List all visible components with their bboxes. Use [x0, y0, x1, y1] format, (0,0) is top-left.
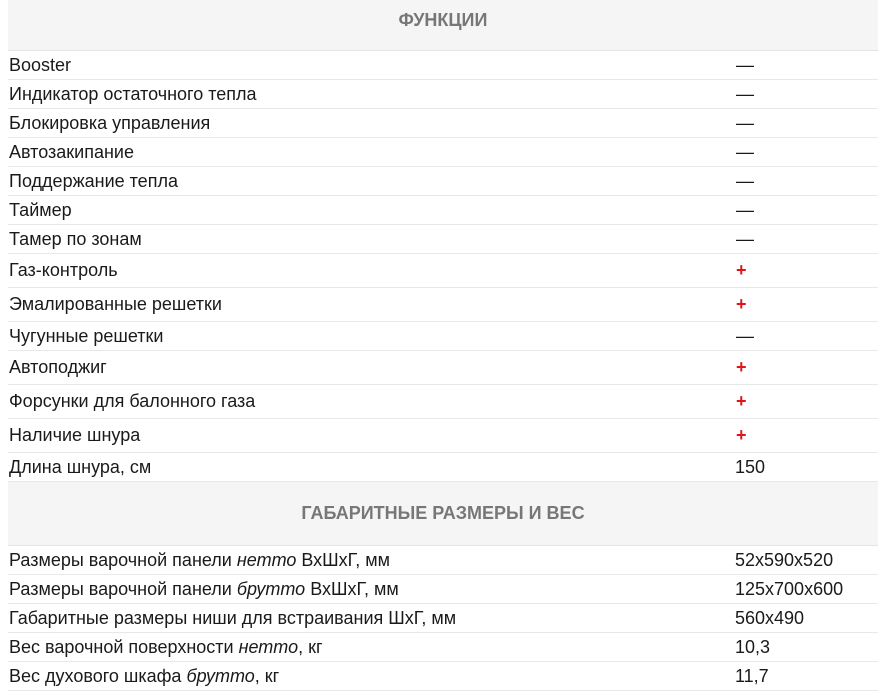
label-text: Габаритные размеры ниши для встраивания …	[9, 607, 457, 628]
plus-icon: +	[736, 425, 747, 445]
row-label: Тамер по зонам	[9, 228, 142, 249]
section-functions: ФУНКЦИИ Booster — Индикатор остаточного те…	[8, 0, 878, 482]
dash-icon: —	[736, 199, 754, 220]
table-row: Газ-контроль +	[8, 254, 878, 288]
label-text: Вес варочной поверхности	[9, 636, 239, 657]
dash-icon: —	[736, 141, 754, 162]
table-row: Размеры варочной панели брутто ВхШхГ, мм…	[8, 575, 878, 604]
row-label: Вес духового шкафа брутто, кг	[8, 666, 735, 687]
row-value: 560x490	[735, 607, 805, 628]
row-value: 150	[735, 456, 766, 477]
section-title: ФУНКЦИИ	[8, 0, 878, 51]
label-text: ВхШхГ, мм	[305, 578, 399, 599]
row-label: Размеры варочной панели нетто ВхШхГ, мм	[8, 550, 735, 571]
label-text: Размеры варочной панели	[9, 549, 237, 570]
table-row: Форсунки для балонного газа +	[8, 385, 878, 419]
dash-icon: —	[736, 54, 754, 75]
label-emphasis: брутто	[186, 665, 255, 686]
label-text: Размеры варочной панели	[9, 578, 237, 599]
plus-icon: +	[736, 391, 747, 411]
table-row: Габаритные размеры ниши для встраивания …	[8, 604, 878, 633]
row-label: Длина шнура, см	[9, 456, 152, 477]
table-row: Эмалированные решетки +	[8, 288, 878, 322]
plus-icon: +	[736, 260, 747, 280]
dash-icon: —	[736, 228, 754, 249]
dimensions-rows: Размеры варочной панели нетто ВхШхГ, мм 5…	[8, 546, 878, 691]
table-row: Вес духового шкафа брутто, кг 11,7	[8, 662, 878, 691]
label-text: , кг	[254, 665, 280, 686]
plus-icon: +	[736, 294, 747, 314]
label-emphasis: нетто	[236, 549, 297, 570]
row-label: Габаритные размеры ниши для встраивания …	[8, 608, 735, 629]
row-label: Вес варочной поверхности нетто, кг	[8, 637, 735, 658]
row-label: Автозакипание	[9, 141, 134, 162]
functions-rows: Booster — Индикатор остаточного тепла — Блок…	[8, 51, 878, 482]
row-label: Чугунные решетки	[9, 325, 164, 346]
table-row: Длина шнура, см 150	[8, 453, 878, 482]
table-row: Наличие шнура +	[8, 419, 878, 453]
row-label: Эмалированные решетки	[9, 294, 222, 314]
label-text: Вес духового шкафа	[9, 665, 187, 686]
row-label: Газ-контроль	[9, 260, 118, 280]
section-dimensions: ГАБАРИТНЫЕ РАЗМЕРЫ И ВЕС Размеры варочно…	[8, 482, 878, 691]
row-label: Форсунки для балонного газа	[9, 391, 256, 411]
row-value: 125x700x600	[735, 578, 844, 599]
dash-icon: —	[736, 112, 754, 133]
table-row: Индикатор остаточного тепла —	[8, 80, 878, 109]
row-value: 10,3	[735, 636, 771, 657]
table-row: Чугунные решетки —	[8, 322, 878, 351]
table-row: Тамер по зонам —	[8, 225, 878, 254]
label-text: , кг	[298, 636, 323, 657]
dash-icon: —	[736, 325, 754, 346]
row-label: Автоподжиг	[9, 357, 107, 377]
row-label: Размеры варочной панели брутто ВхШхГ, мм	[8, 579, 735, 600]
dash-icon: —	[736, 83, 754, 104]
row-label: Индикатор остаточного тепла	[9, 83, 257, 104]
table-row: Размеры варочной панели нетто ВхШхГ, мм 5…	[8, 546, 878, 575]
row-label: Таймер	[9, 199, 72, 220]
table-row: Booster —	[8, 51, 878, 80]
section-title: ГАБАРИТНЫЕ РАЗМЕРЫ И ВЕС	[8, 482, 878, 546]
specs-sheet: ФУНКЦИИ Booster — Индикатор остаточного те…	[8, 0, 878, 691]
dash-icon: —	[736, 170, 754, 191]
label-emphasis: нетто	[238, 636, 299, 657]
row-label: Блокировка управления	[9, 112, 211, 133]
row-label: Booster	[9, 54, 72, 75]
table-row: Вес варочной поверхности нетто, кг 10,3	[8, 633, 878, 662]
table-row: Автозакипание —	[8, 138, 878, 167]
table-row: Автоподжиг +	[8, 351, 878, 385]
table-row: Таймер —	[8, 196, 878, 225]
table-row: Поддержание тепла —	[8, 167, 878, 196]
label-text: ВхШхГ, мм	[296, 549, 390, 570]
row-label: Наличие шнура	[9, 425, 141, 445]
row-value: 11,7	[735, 665, 769, 686]
row-label: Поддержание тепла	[9, 170, 178, 191]
plus-icon: +	[736, 357, 747, 377]
table-row: Блокировка управления —	[8, 109, 878, 138]
row-value: 52x590x520	[735, 549, 834, 570]
label-emphasis: брутто	[236, 578, 306, 599]
